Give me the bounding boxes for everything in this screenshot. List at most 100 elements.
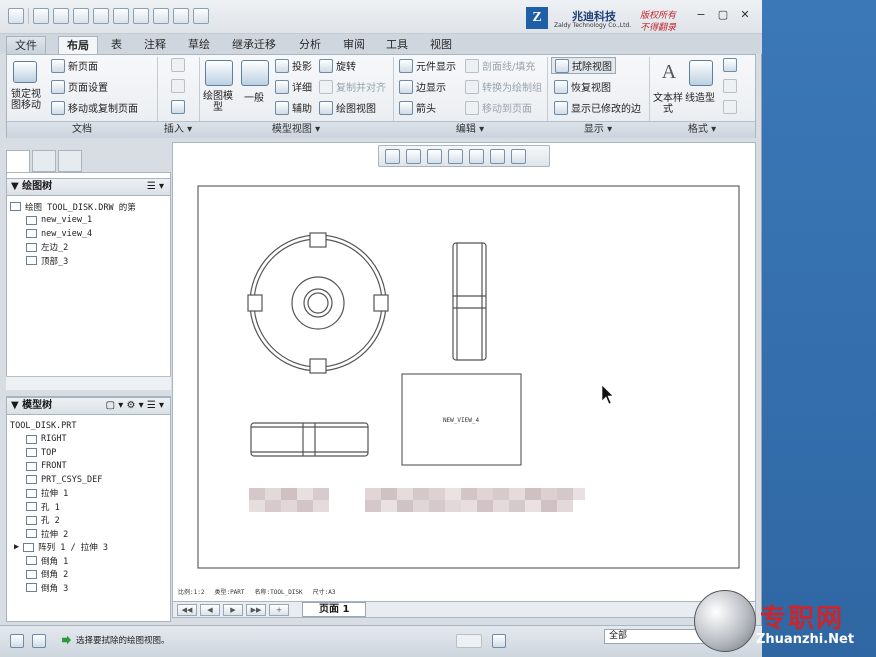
model-item-root[interactable]: TOOL_DISK.PRT bbox=[10, 419, 108, 433]
redo-icon[interactable] bbox=[113, 8, 129, 24]
open-folder-icon[interactable] bbox=[53, 8, 69, 24]
text-style-button[interactable]: 文本样式 bbox=[653, 93, 683, 115]
repaint-icon[interactable] bbox=[448, 149, 463, 164]
zoom-in-icon[interactable] bbox=[406, 149, 421, 164]
zoom-out-icon[interactable] bbox=[427, 149, 442, 164]
tab-review[interactable]: 审阅 bbox=[335, 36, 373, 54]
tab-tools[interactable]: 工具 bbox=[378, 36, 416, 54]
model-item-chamfer-1[interactable]: 倒角 1 bbox=[10, 554, 108, 568]
drawing-model-icon[interactable] bbox=[205, 60, 233, 86]
close-folder-icon[interactable] bbox=[193, 8, 209, 24]
model-item-chamfer-2[interactable]: 倒角 2 bbox=[10, 568, 108, 582]
insert-object-button[interactable] bbox=[171, 79, 185, 93]
tree-tab-icon[interactable] bbox=[6, 150, 30, 172]
tab-table[interactable]: 表 bbox=[103, 36, 130, 54]
model-item-hole-1[interactable]: 孔 1 bbox=[10, 500, 108, 514]
page-setup-button[interactable]: 页面设置 bbox=[51, 79, 108, 94]
model-item-chamfer-3[interactable]: 倒角 3 bbox=[10, 581, 108, 595]
find-icon[interactable] bbox=[492, 634, 506, 648]
group-insert[interactable]: 插入 ▾ bbox=[157, 121, 199, 138]
add-page-icon[interactable]: + bbox=[269, 603, 289, 616]
windows-icon[interactable] bbox=[173, 8, 189, 24]
last-page-icon[interactable]: ▶▶ bbox=[246, 603, 266, 616]
toggle-icon[interactable] bbox=[456, 634, 482, 648]
hatch-button[interactable] bbox=[723, 58, 737, 72]
edge-display-button[interactable]: 边显示 bbox=[399, 79, 446, 94]
first-page-icon[interactable]: ◀◀ bbox=[177, 603, 197, 616]
general-view-icon[interactable] bbox=[241, 60, 269, 86]
erase-view-button[interactable]: 拭除视图 bbox=[551, 57, 616, 74]
element-display-button[interactable]: 元件显示 bbox=[399, 58, 456, 73]
lock-view-icon[interactable] bbox=[13, 61, 37, 83]
navigator-toggle-icon[interactable] bbox=[10, 634, 24, 648]
browser-toggle-icon[interactable] bbox=[32, 634, 46, 648]
tree-item-left-2[interactable]: 左边_2 bbox=[10, 241, 136, 255]
move-copy-page-button[interactable]: 移动或复制页面 bbox=[51, 100, 138, 115]
model-item-top[interactable]: TOP bbox=[10, 446, 108, 460]
model-item-hole-2[interactable]: 孔 2 bbox=[10, 514, 108, 528]
model-item-csys[interactable]: PRT_CSYS_DEF bbox=[10, 473, 108, 487]
group-edit[interactable]: 编辑 ▾ bbox=[393, 121, 547, 138]
tab-file[interactable]: 文件 bbox=[6, 36, 46, 54]
favorites-tab-icon[interactable] bbox=[58, 150, 82, 172]
show-modified-edges-button[interactable]: 显示已修改的边 bbox=[554, 100, 641, 115]
tab-annotate[interactable]: 注释 bbox=[136, 36, 174, 54]
drawing-canvas[interactable]: NEW_VIEW_4 bbox=[172, 142, 756, 602]
detail-button[interactable]: 详细 bbox=[275, 79, 312, 94]
restore-view-button[interactable]: 恢复视图 bbox=[554, 79, 611, 94]
tree-item-view-4[interactable]: new_view_4 bbox=[10, 227, 136, 241]
model-item-front[interactable]: FRONT bbox=[10, 460, 108, 474]
saved-views-icon[interactable] bbox=[490, 149, 505, 164]
next-page-icon[interactable]: ▶ bbox=[223, 603, 243, 616]
select-box-icon[interactable] bbox=[133, 8, 149, 24]
zoom-fit-icon[interactable] bbox=[385, 149, 400, 164]
line-style-button[interactable]: 线造型 bbox=[685, 93, 715, 104]
save-icon[interactable] bbox=[73, 8, 89, 24]
model-item-extrude-2[interactable]: 拉伸 2 bbox=[10, 527, 108, 541]
lock-view-movement-button[interactable]: 锁定视图移动 bbox=[9, 89, 43, 111]
percent-button[interactable] bbox=[723, 79, 737, 93]
model-item-extrude-1[interactable]: 拉伸 1 bbox=[10, 487, 108, 501]
display-style-icon[interactable] bbox=[469, 149, 484, 164]
tab-view[interactable]: 视图 bbox=[422, 36, 460, 54]
model-item-right[interactable]: RIGHT bbox=[10, 433, 108, 447]
drawing-tree-header[interactable]: ▼ 绘图树 ☰ ▾ bbox=[6, 178, 171, 196]
revolve-button[interactable]: 旋转 bbox=[319, 58, 356, 73]
regenerate-icon[interactable] bbox=[153, 8, 169, 24]
selection-filter[interactable]: 全部 bbox=[604, 629, 710, 644]
new-file-icon[interactable] bbox=[33, 8, 49, 24]
tab-legacy-migration[interactable]: 继承迁移 bbox=[224, 36, 284, 54]
text-style-icon[interactable]: A bbox=[655, 60, 683, 86]
datum-display-icon[interactable] bbox=[511, 149, 526, 164]
line-style-icon[interactable] bbox=[689, 60, 713, 86]
stamp-button[interactable] bbox=[723, 100, 737, 114]
insert-image-button[interactable] bbox=[171, 100, 185, 114]
page-tab[interactable]: 页面 1 bbox=[302, 602, 367, 617]
tree-item-view-1[interactable]: new_view_1 bbox=[10, 214, 136, 228]
new-page-button[interactable]: 新页面 bbox=[51, 58, 98, 73]
prev-page-icon[interactable]: ◀ bbox=[200, 603, 220, 616]
tree-item-top-3[interactable]: 顶部_3 bbox=[10, 254, 136, 268]
tab-sketch[interactable]: 草绘 bbox=[180, 36, 218, 54]
undo-icon[interactable] bbox=[93, 8, 109, 24]
tree-item-drawing[interactable]: 绘图 TOOL_DISK.DRW 的第 bbox=[10, 200, 136, 214]
projection-button[interactable]: 投影 bbox=[275, 58, 312, 73]
close-icon[interactable]: ✕ bbox=[738, 8, 752, 22]
maximize-icon[interactable]: ▢ bbox=[716, 8, 730, 22]
model-item-pattern[interactable]: ▶ 阵列 1 / 拉伸 3 bbox=[10, 541, 108, 555]
insert-line-button[interactable] bbox=[171, 58, 185, 72]
folder-tab-icon[interactable] bbox=[32, 150, 56, 172]
group-format[interactable]: 格式 ▾ bbox=[649, 121, 755, 138]
arrow-button[interactable]: 箭头 bbox=[399, 100, 436, 115]
section-fill-button[interactable]: 剖面线/填充 bbox=[465, 58, 535, 73]
move-to-page-button[interactable]: 移动到页面 bbox=[465, 100, 532, 115]
auxiliary-button[interactable]: 辅助 bbox=[275, 100, 312, 115]
group-model-views[interactable]: 模型视图 ▾ bbox=[199, 121, 393, 138]
group-display[interactable]: 显示 ▾ bbox=[547, 121, 649, 138]
convert-group-button[interactable]: 转换为绘制组 bbox=[465, 79, 542, 94]
model-tree-header[interactable]: ▼ 模型树 ▢ ▾ ⚙ ▾ ☰ ▾ bbox=[6, 397, 171, 415]
drawing-view-button[interactable]: 绘图视图 bbox=[319, 100, 376, 115]
drawing-model-button[interactable]: 绘图模型 bbox=[203, 91, 233, 113]
horizontal-scrollbar[interactable] bbox=[6, 376, 171, 390]
copy-align-button[interactable]: 复制并对齐 bbox=[319, 79, 386, 94]
